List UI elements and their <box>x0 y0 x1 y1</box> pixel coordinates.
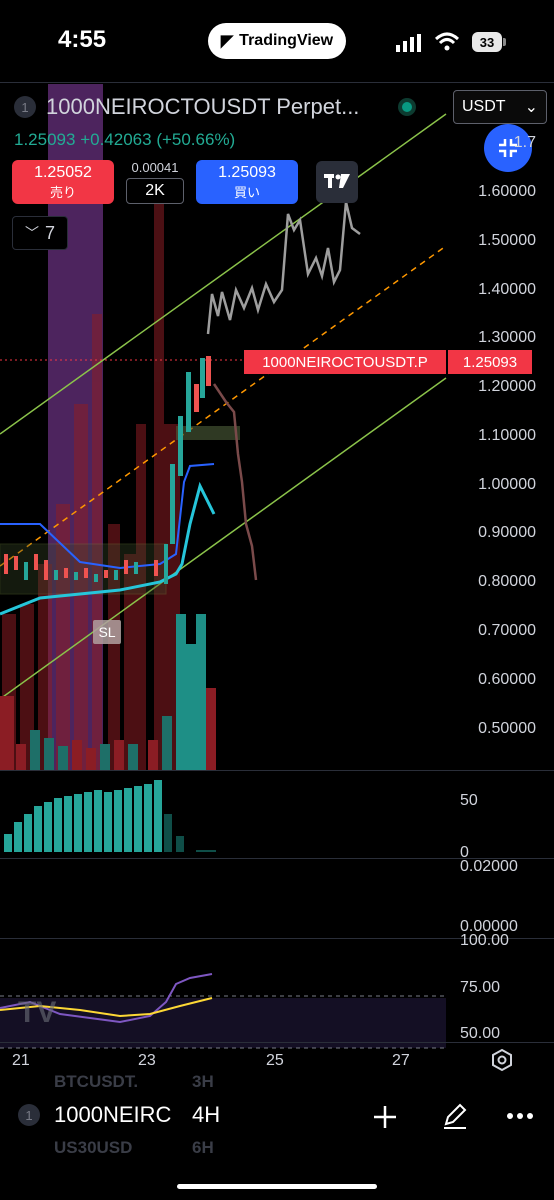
buy-button[interactable]: 1.25093 買い <box>196 160 298 204</box>
price-axis-label: 1.7 <box>513 134 536 151</box>
time-axis-label: 23 <box>138 1052 156 1069</box>
ghost-timeframe-below: 6H <box>192 1138 214 1157</box>
more-options-icon[interactable] <box>506 1112 534 1120</box>
price-change-line: 1.25093 +0.42063 (+50.66%) <box>14 130 235 150</box>
header-last-price: 1.25093 <box>14 130 76 149</box>
price-axis-label: 1.60000 <box>478 183 536 200</box>
sl-label: SL <box>98 624 115 640</box>
price-axis-label: 1.00000 <box>478 476 536 493</box>
currency-value: USDT <box>462 98 506 115</box>
downside-projection-line <box>212 383 258 581</box>
currency-select[interactable]: USDT ⌄ <box>453 90 547 124</box>
ghost-symbol-below: US30USD <box>54 1138 133 1157</box>
home-indicator[interactable] <box>177 1184 377 1189</box>
time-axis-label: 25 <box>266 1052 284 1069</box>
buy-label: 買い <box>233 184 260 200</box>
pane-divider <box>0 1042 554 1043</box>
drawing-tool-icon[interactable] <box>440 1100 470 1130</box>
indicators-collapse-button[interactable]: ﹀ 7 <box>12 216 68 250</box>
pane4-bottom-label: 50.00 <box>460 1025 501 1042</box>
price-axis-label: 1.30000 <box>478 329 536 346</box>
pane4-top-label: 100.00 <box>460 932 509 949</box>
symbol-picker[interactable]: 1000NEIRC <box>54 1102 171 1128</box>
rsi-band <box>0 998 446 1048</box>
battery-tip <box>503 38 506 46</box>
sell-price: 1.25052 <box>34 163 92 181</box>
header-change-pct: (+50.66%) <box>156 130 236 149</box>
indicators-count: 7 <box>44 222 55 243</box>
last-price-tag: 1.25093 <box>448 350 532 374</box>
symbol-title[interactable]: 1000NEIROCTOUSDT Perpet... <box>46 94 359 120</box>
price-axis-label: 0.50000 <box>478 720 536 737</box>
battery-icon: 33 <box>472 32 502 52</box>
signal-icon <box>396 34 421 52</box>
symbol-index-badge: 1 <box>14 96 36 118</box>
price-axis-label: 0.80000 <box>478 573 536 590</box>
tradingview-logo-icon: ◤ <box>220 33 234 50</box>
price-axis-label: 1.20000 <box>478 378 536 395</box>
divider <box>0 82 554 83</box>
wifi-icon <box>434 32 460 51</box>
pane-divider[interactable] <box>0 770 554 771</box>
chevron-down-icon: ﹀ <box>24 225 39 241</box>
pane4-mid-label: 75.00 <box>460 979 501 996</box>
market-status-icon[interactable] <box>398 98 416 116</box>
price-axis-label: 1.40000 <box>478 281 536 298</box>
app-name: TradingView <box>239 32 334 49</box>
price-axis-label: 1.50000 <box>478 232 536 249</box>
buy-price: 1.25093 <box>218 163 276 181</box>
time-axis-label: 27 <box>392 1052 410 1069</box>
quantity-input[interactable]: 2K <box>126 178 184 204</box>
status-time: 4:55 <box>58 26 107 53</box>
tradingview-watermark: TV <box>18 996 56 1029</box>
histogram-bars <box>4 780 216 852</box>
spread-value: 0.00041 <box>131 160 179 175</box>
sell-label: 売り <box>49 184 76 200</box>
price-axis-label: 0.90000 <box>478 524 536 541</box>
chevron-down-icon: ⌄ <box>524 99 538 116</box>
pane3-top-label: 0.02000 <box>460 858 518 875</box>
tradingview-logo-button[interactable] <box>316 161 358 203</box>
symbol-index-badge: 1 <box>18 1104 40 1126</box>
sell-button[interactable]: 1.25052 売り <box>12 160 114 204</box>
ghost-symbol-above: BTCUSDT. <box>54 1072 139 1091</box>
last-symbol-tag: 1000NEIROCTOUSDT.P <box>244 350 446 374</box>
settings-icon[interactable] <box>490 1048 514 1072</box>
timeframe-picker[interactable]: 4H <box>192 1102 220 1128</box>
ghost-timeframe-above: 3H <box>192 1072 214 1091</box>
tradingview-logo-icon <box>324 174 350 188</box>
tradingview-pill[interactable]: ◤ TradingView <box>208 23 346 59</box>
zone-box[interactable] <box>176 426 240 440</box>
header-change: +0.42063 <box>80 130 152 149</box>
time-axis-label: 21 <box>12 1052 30 1069</box>
price-axis-label: 0.70000 <box>478 622 536 639</box>
pane2-top-label: 50 <box>460 792 478 809</box>
price-axis-label: 1.10000 <box>478 427 536 444</box>
add-icon[interactable] <box>372 1104 398 1130</box>
price-axis-label: 0.60000 <box>478 671 536 688</box>
